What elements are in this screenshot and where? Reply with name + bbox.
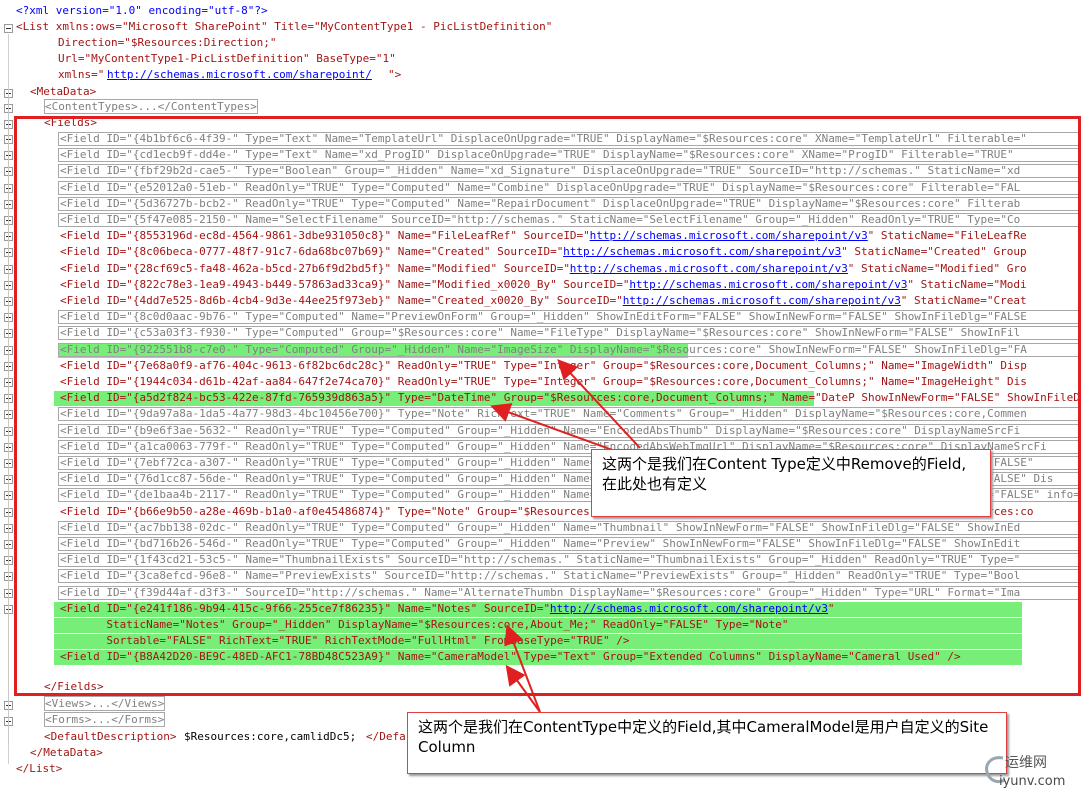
arrow-to-cameramodel bbox=[505, 664, 541, 713]
callout-defined-fields: 这两个是我们在ContentType中定义的Field,其中CameralMod… bbox=[407, 712, 1007, 774]
callout-removed-fields: 这两个是我们在Content Type定义中Remove的Field,在此处也有… bbox=[591, 449, 991, 517]
annotation-arrows bbox=[490, 359, 641, 713]
watermark-url: iyunv.com bbox=[999, 774, 1066, 789]
watermark-name: 运维网 bbox=[1005, 755, 1047, 771]
arrow-to-notes bbox=[504, 624, 541, 713]
